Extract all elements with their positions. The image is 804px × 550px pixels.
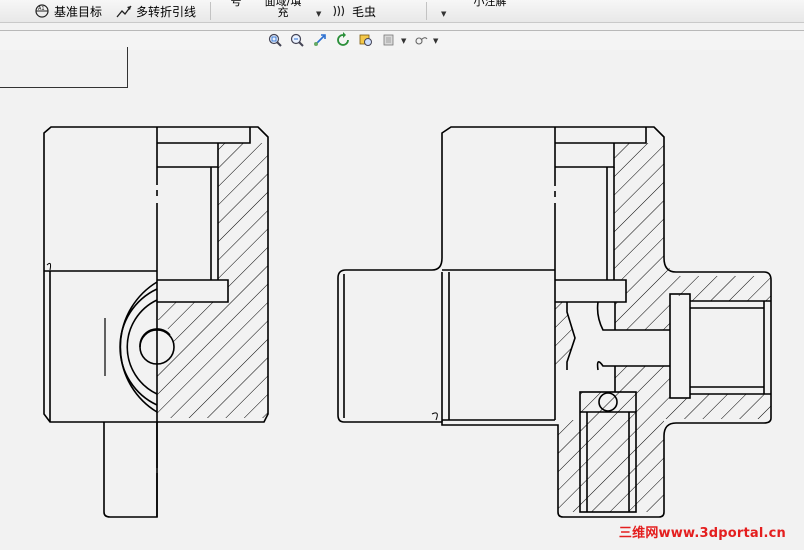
datum-target-icon: A1 — [35, 4, 49, 18]
multi-jog-leader-label: 多转折引线 — [136, 4, 197, 19]
svg-text:A1: A1 — [38, 6, 45, 12]
zoom-to-fit-icon[interactable] — [267, 32, 283, 48]
zoom-in-out-icon[interactable] — [358, 32, 374, 48]
cosmetic-thread-label: 毛虫 — [352, 4, 377, 19]
multi-jog-leader-icon — [116, 5, 132, 18]
site-watermark: 三维网www.3dportal.cn — [618, 526, 786, 541]
drawing-canvas[interactable]: 三维网www.3dportal.cn — [0, 47, 804, 550]
toolbar-dropdown-icon[interactable]: ▼ — [441, 10, 446, 18]
display-style-dropdown-icon[interactable]: ▼ — [401, 37, 406, 45]
multi-jog-leader-button[interactable]: 多转折引线 — [116, 0, 196, 22]
left-section-view — [43, 126, 269, 518]
right-section-view — [337, 126, 772, 518]
annotation-button[interactable]: 小注解 — [470, 0, 510, 7]
symbol-button[interactable]: 号 — [228, 0, 244, 7]
toolbar-separator — [210, 2, 211, 20]
display-style-icon[interactable] — [381, 32, 397, 48]
datum-target-button[interactable]: A1 基准目标 — [34, 0, 102, 22]
cosmetic-thread-button[interactable]: 毛虫 — [332, 0, 376, 22]
right-view-hatch-middle — [555, 302, 575, 370]
command-toolbar: A1 基准目标 多转折引线 号 面域/填 充 ▼ 毛虫 ▼ 小注解 — [0, 0, 804, 23]
hatch-fill-button[interactable]: 面域/填 充 — [256, 0, 310, 18]
left-view-stem — [103, 422, 158, 518]
symbol-label: 号 — [230, 0, 242, 8]
rotate-icon[interactable] — [335, 32, 351, 48]
annotation-label: 小注解 — [473, 0, 507, 8]
datum-target-label: 基准目标 — [54, 4, 103, 19]
hide-show-icon[interactable] — [413, 32, 429, 48]
pan-icon[interactable] — [312, 32, 328, 48]
zoom-to-area-icon[interactable] — [289, 32, 305, 48]
drawing-views — [43, 126, 772, 518]
hatch-fill-label-line2: 充 — [277, 6, 289, 19]
hatch-fill-dropdown-icon[interactable]: ▼ — [316, 10, 321, 18]
cosmetic-thread-icon — [333, 5, 345, 17]
hide-show-dropdown-icon[interactable]: ▼ — [433, 37, 438, 45]
toolbar-separator — [426, 2, 427, 20]
